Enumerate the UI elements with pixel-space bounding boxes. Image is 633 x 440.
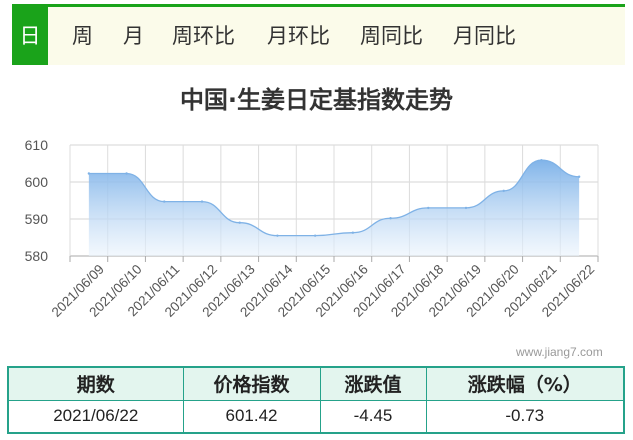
data-point <box>87 172 91 175</box>
data-point <box>540 158 543 162</box>
x-axis-ticks: 2021/06/092021/06/102021/06/112021/06/12… <box>49 261 598 320</box>
cell-price-index: 601.42 <box>182 399 321 434</box>
data-point <box>427 206 430 210</box>
data-point <box>351 231 355 234</box>
summary-header-row: 期数 价格指数 涨跌值 涨跌幅（%） <box>7 366 625 401</box>
watermark: www.jiang7.com <box>516 345 603 359</box>
y-tick-label: 610 <box>25 137 49 153</box>
cell-period: 2021/06/22 <box>7 399 184 434</box>
data-point <box>313 234 317 237</box>
y-tick-label: 580 <box>25 248 49 264</box>
cell-change-value: -4.45 <box>319 399 427 434</box>
data-point <box>464 206 468 210</box>
data-point <box>502 189 505 193</box>
header-price-index: 价格指数 <box>182 366 321 401</box>
header-period: 期数 <box>7 366 184 401</box>
data-point <box>238 221 241 224</box>
y-tick-label: 590 <box>25 211 49 227</box>
data-point <box>125 172 128 175</box>
header-change-percent: 涨跌幅（%） <box>425 366 625 401</box>
header-change-value: 涨跌值 <box>319 366 427 401</box>
index-trend-chart: 610 600 590 580 2021/06/092021/06/102021/06… <box>25 137 599 320</box>
data-point <box>163 200 166 203</box>
data-point <box>276 234 279 237</box>
data-point <box>389 217 392 220</box>
cell-change-percent: -0.73 <box>425 399 625 434</box>
y-tick-label: 600 <box>25 174 49 190</box>
summary-data-row: 2021/06/22 601.42 -4.45 -0.73 <box>7 399 625 434</box>
data-point <box>200 200 204 203</box>
summary-table: 期数 价格指数 涨跌值 涨跌幅（%） 2021/06/22 601.42 -4.… <box>7 366 625 434</box>
data-point <box>577 175 581 178</box>
y-axis-ticks: 610 600 590 580 <box>25 137 49 264</box>
